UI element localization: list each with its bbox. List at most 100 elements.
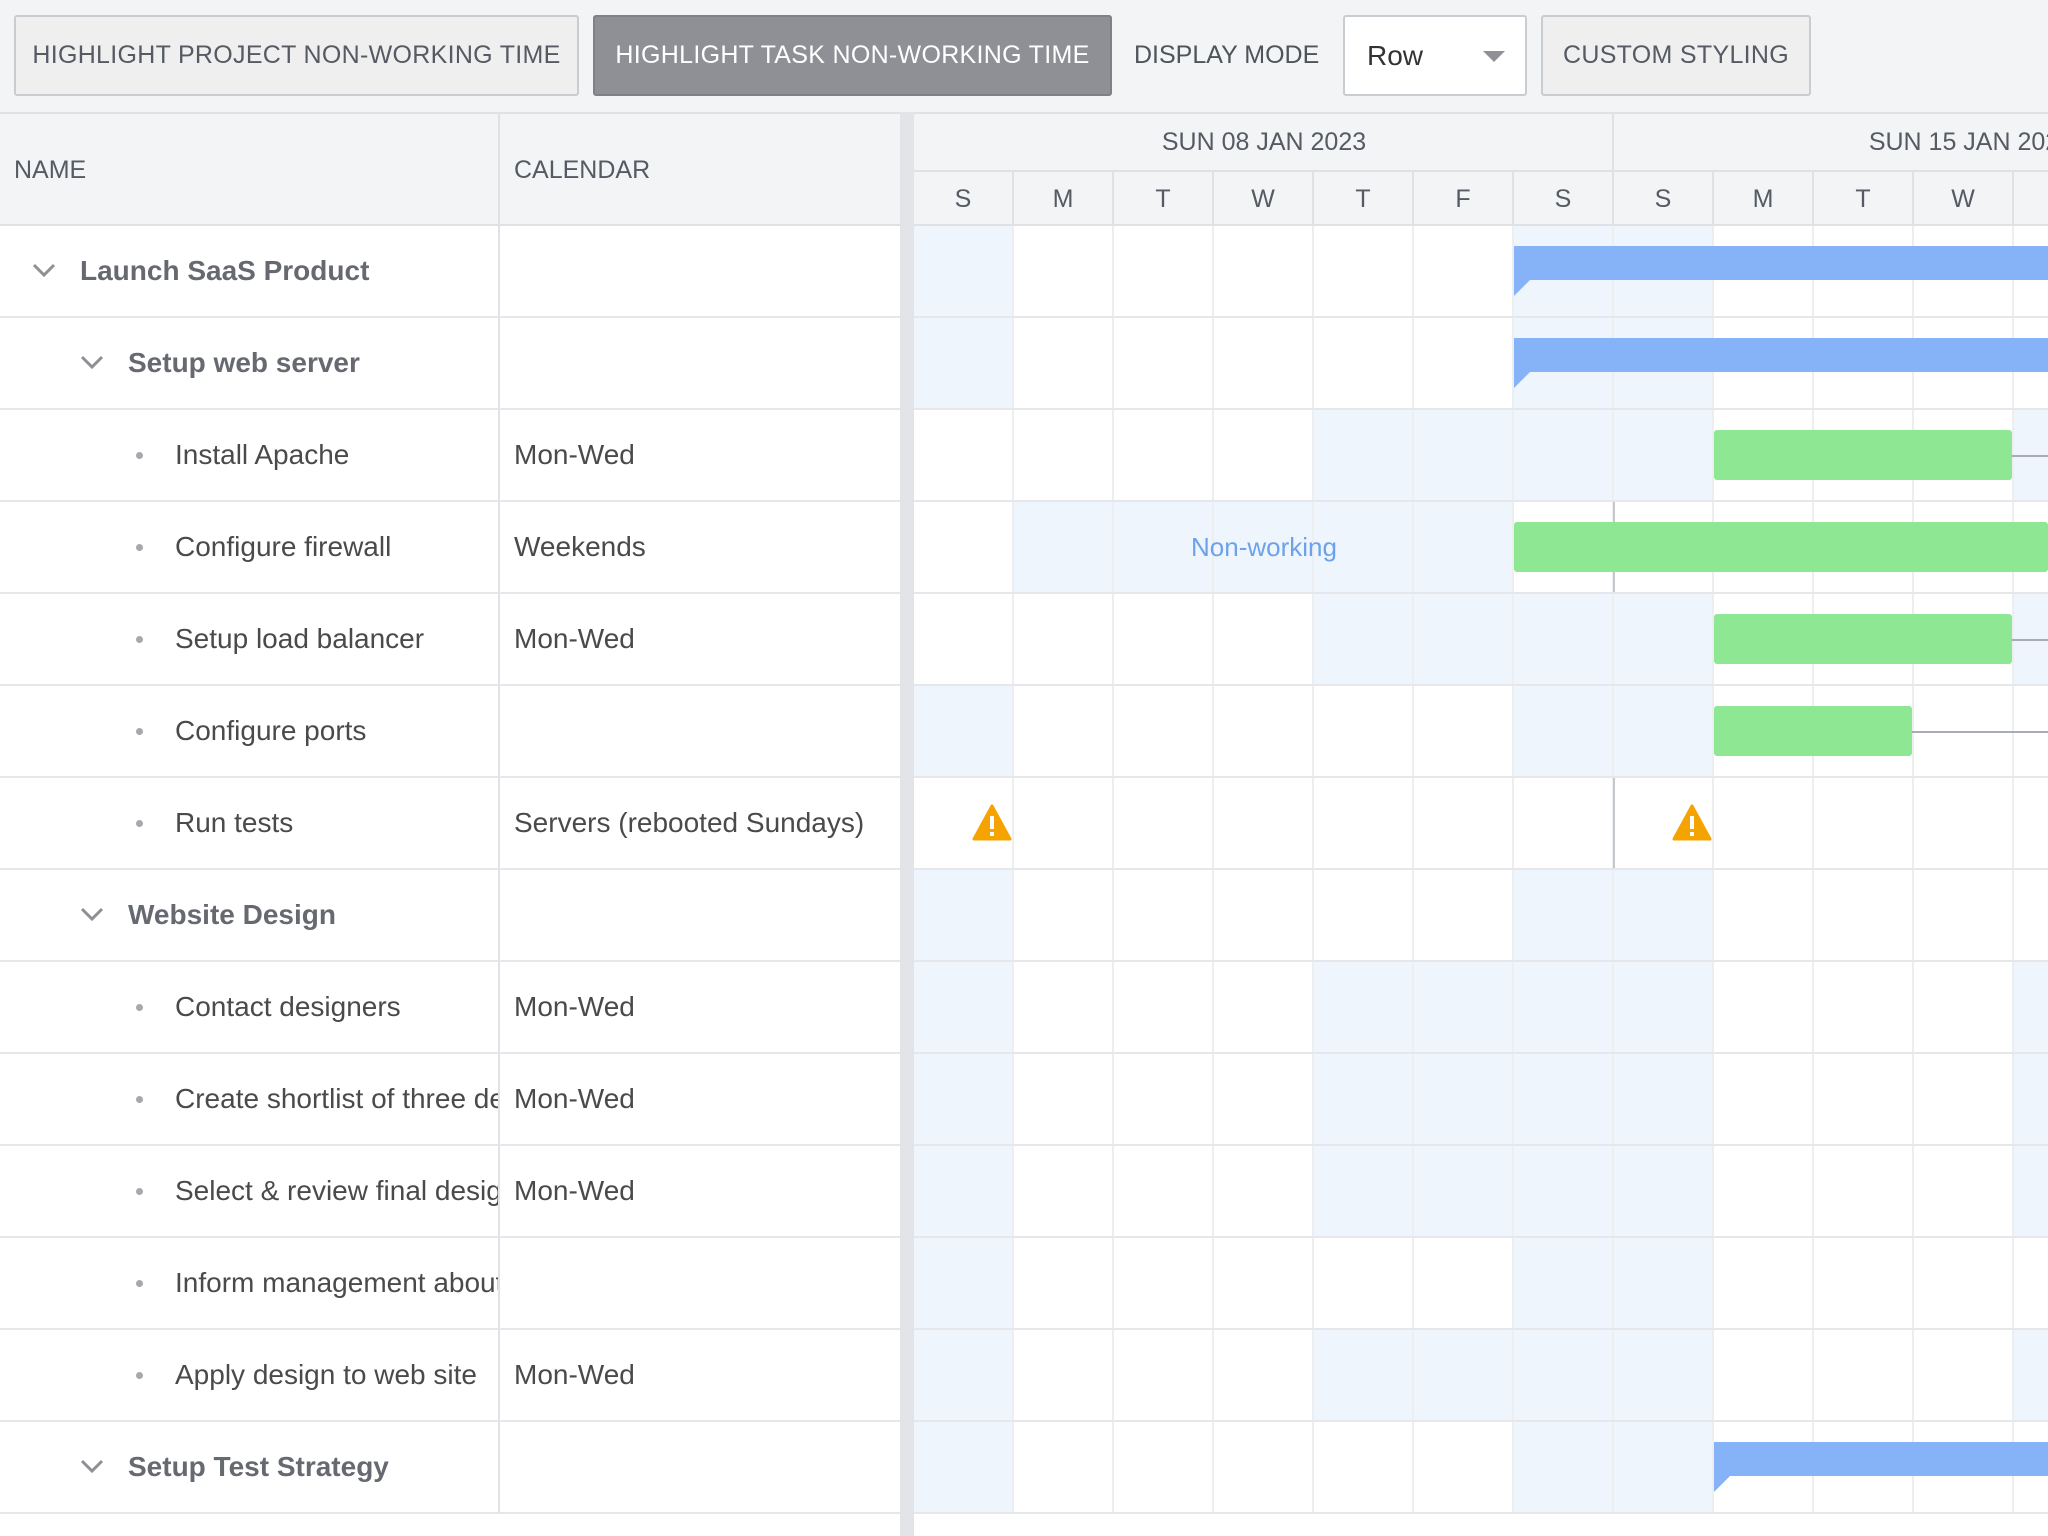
cell-calendar[interactable]	[498, 226, 900, 318]
grid-line	[1912, 1330, 1914, 1420]
cell-calendar[interactable]	[498, 686, 900, 778]
cell-name[interactable]: Setup Test Strategy	[0, 1422, 498, 1514]
cell-calendar[interactable]	[498, 870, 900, 962]
grid-line	[1812, 1054, 1814, 1144]
cell-calendar[interactable]: Mon-Wed	[498, 410, 900, 502]
grid-line	[2012, 1146, 2014, 1236]
table-row[interactable]: Contact designers Mon-Wed	[0, 962, 2048, 1054]
task-name: Create shortlist of three designers	[175, 1083, 498, 1114]
table-row[interactable]: Select & review final design Mon-Wed	[0, 1146, 2048, 1238]
timeline-row[interactable]	[914, 686, 2048, 778]
cell-name[interactable]: Select & review final design	[0, 1146, 498, 1238]
timeline-row[interactable]: Non-working	[914, 502, 2048, 594]
display-mode-select[interactable]: Row	[1343, 15, 1527, 96]
task-bar[interactable]	[1714, 706, 1912, 756]
nonworking-shade	[914, 870, 1014, 960]
table-row[interactable]: Install Apache Mon-Wed	[0, 410, 2048, 502]
grid-line	[1412, 1422, 1414, 1512]
grid-line	[1812, 870, 1814, 960]
table-row[interactable]: Inform management about decision	[0, 1238, 2048, 1330]
task-bar[interactable]	[1714, 614, 2012, 664]
cell-name[interactable]: Run tests	[0, 778, 498, 870]
cell-name[interactable]: Contact designers	[0, 962, 498, 1054]
table-row[interactable]: Launch SaaS Product	[0, 226, 2048, 318]
timeline-row[interactable]	[914, 1330, 2048, 1422]
timeline-row[interactable]	[914, 962, 2048, 1054]
timeline-row[interactable]	[914, 1054, 2048, 1146]
table-row[interactable]: Setup Test Strategy	[0, 1422, 2048, 1514]
timeline-row[interactable]	[914, 778, 2048, 870]
dependency-line[interactable]	[1912, 731, 2048, 733]
column-header-name[interactable]: NAME	[14, 114, 86, 226]
grid-line	[1112, 1422, 1114, 1512]
table-row[interactable]: Website Design	[0, 870, 2048, 962]
grid-line	[1612, 1146, 1614, 1236]
cell-calendar[interactable]	[498, 318, 900, 410]
grid-line	[1212, 594, 1214, 684]
cell-calendar[interactable]: Mon-Wed	[498, 1330, 900, 1422]
grid-line	[1912, 962, 1914, 1052]
dependency-line[interactable]	[2012, 639, 2048, 641]
column-header-calendar[interactable]: CALENDAR	[514, 114, 650, 226]
timeline-row[interactable]	[914, 870, 2048, 962]
chevron-down-icon[interactable]	[78, 348, 106, 376]
table-row[interactable]: Configure firewall Weekends Non-working	[0, 502, 2048, 594]
warning-icon[interactable]	[972, 804, 1012, 842]
table-row[interactable]: Run tests Servers (rebooted Sundays)	[0, 778, 2048, 870]
column-divider[interactable]	[498, 114, 500, 226]
cell-name[interactable]: Create shortlist of three designers	[0, 1054, 498, 1146]
summary-task-bar[interactable]	[1714, 1442, 2048, 1476]
table-row[interactable]: Setup load balancer Mon-Wed	[0, 594, 2048, 686]
cell-calendar[interactable]: Mon-Wed	[498, 1146, 900, 1238]
cell-calendar[interactable]: Mon-Wed	[498, 594, 900, 686]
task-name: Inform management about decision	[175, 1267, 498, 1298]
cell-name[interactable]: Install Apache	[0, 410, 498, 502]
chevron-down-icon[interactable]	[30, 256, 58, 284]
cell-name[interactable]: Launch SaaS Product	[0, 226, 498, 318]
timeline-row[interactable]	[914, 594, 2048, 686]
cell-calendar[interactable]	[498, 1238, 900, 1330]
chevron-down-icon[interactable]	[78, 900, 106, 928]
summary-task-bar[interactable]	[1514, 246, 2048, 280]
timeline-row[interactable]	[914, 1238, 2048, 1330]
grid-line	[1112, 962, 1114, 1052]
cell-calendar[interactable]: Mon-Wed	[498, 1054, 900, 1146]
timeline-row[interactable]	[914, 226, 2048, 318]
table-row[interactable]: Setup web server	[0, 318, 2048, 410]
cell-name[interactable]: Configure firewall	[0, 502, 498, 594]
grid-line	[1612, 1054, 1614, 1144]
grid-line	[1412, 1146, 1414, 1236]
task-bar[interactable]	[1514, 522, 2048, 572]
cell-name[interactable]: Setup load balancer	[0, 594, 498, 686]
cell-name[interactable]: Apply design to web site	[0, 1330, 498, 1422]
cell-name[interactable]: Setup web server	[0, 318, 498, 410]
timeline-row[interactable]	[914, 318, 2048, 410]
timeline-row[interactable]	[914, 410, 2048, 502]
cell-calendar[interactable]: Weekends	[498, 502, 900, 594]
display-mode-label: DISPLAY MODE	[1134, 41, 1320, 69]
cell-calendar[interactable]	[498, 1422, 900, 1514]
grid-line	[1012, 410, 1014, 500]
highlight-project-nonworking-button[interactable]: HIGHLIGHT PROJECT NON-WORKING TIME	[14, 15, 579, 96]
table-row[interactable]: Create shortlist of three designersMon-W…	[0, 1054, 2048, 1146]
dependency-line[interactable]	[2012, 455, 2048, 457]
table-row[interactable]: Configure ports	[0, 686, 2048, 778]
summary-task-bar[interactable]	[1514, 338, 2048, 372]
timeline-row[interactable]	[914, 1146, 2048, 1238]
cell-name[interactable]: Inform management about decision	[0, 1238, 498, 1330]
grid-line	[1512, 962, 1514, 1052]
warning-icon[interactable]	[1672, 804, 1712, 842]
highlight-task-nonworking-button[interactable]: HIGHLIGHT TASK NON-WORKING TIME	[593, 15, 1112, 96]
cell-calendar[interactable]: Mon-Wed	[498, 962, 900, 1054]
custom-styling-button[interactable]: CUSTOM STYLING	[1541, 15, 1811, 96]
cell-calendar[interactable]: Servers (rebooted Sundays)	[498, 778, 900, 870]
grid-line	[1112, 778, 1114, 868]
table-row[interactable]: Apply design to web site Mon-Wed	[0, 1330, 2048, 1422]
timeline-row[interactable]	[914, 1422, 2048, 1514]
chevron-down-icon[interactable]	[78, 1452, 106, 1480]
task-bar[interactable]	[1714, 430, 2012, 480]
grid-line	[1812, 1238, 1814, 1328]
cell-name[interactable]: Website Design	[0, 870, 498, 962]
grid-header: NAME CALENDAR	[0, 112, 900, 226]
cell-name[interactable]: Configure ports	[0, 686, 498, 778]
